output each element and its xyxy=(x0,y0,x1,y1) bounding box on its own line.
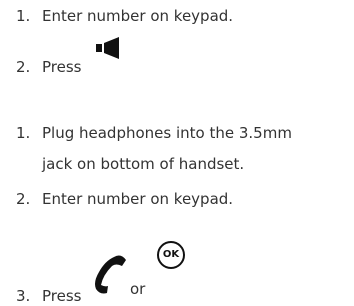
list1-step2-number: 2. xyxy=(16,58,31,76)
list2-step3-or: or xyxy=(130,280,146,298)
list2-step1-number: 1. xyxy=(16,124,31,142)
ok-button-label: OK xyxy=(162,249,180,260)
list2-step1-line2: jack on bottom of handset. xyxy=(42,155,245,173)
speaker-icon xyxy=(96,37,119,59)
ok-button-icon: OK xyxy=(157,241,185,269)
list1-step2-text: Press xyxy=(42,58,82,76)
list2-step1-line1: Plug headphones into the 3.5mm xyxy=(42,124,292,142)
list1-step1-number: 1. xyxy=(16,7,31,25)
list1-step1-text: Enter number on keypad. xyxy=(42,7,234,25)
list2-step2-number: 2. xyxy=(16,190,31,208)
list2-step3-number: 3. xyxy=(16,287,31,305)
list2-step2-text: Enter number on keypad. xyxy=(42,190,234,208)
handset-icon xyxy=(95,255,126,294)
list2-step3-text: Press xyxy=(42,287,82,305)
